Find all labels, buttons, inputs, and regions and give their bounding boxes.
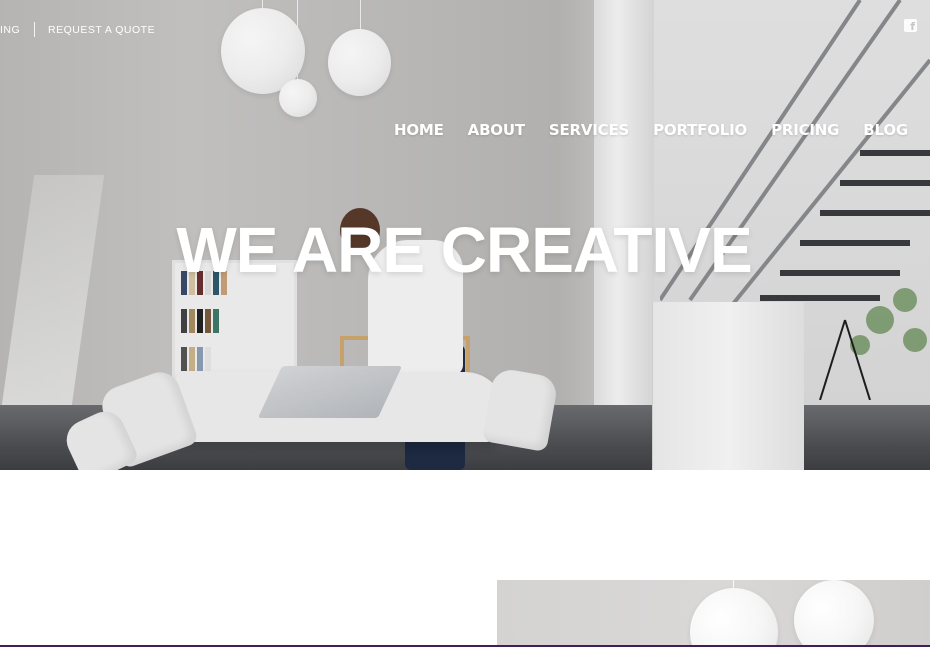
nav-item-portfolio[interactable]: PORTFOLIO [653, 121, 747, 141]
pendant-lamp [794, 580, 874, 647]
nav-item-about[interactable]: ABOUT [468, 121, 525, 141]
request-quote-link[interactable]: REQUEST A QUOTE [48, 24, 155, 36]
hero-headline-text: WE ARE CREATIVE [176, 214, 752, 286]
main-nav: HOME ABOUT SERVICES PORTFOLIO PRICING BL… [394, 121, 908, 141]
nav-item-pricing[interactable]: PRICING [771, 121, 839, 141]
pendant-lamp [690, 588, 778, 647]
nav-item-blog[interactable]: BLOG [863, 121, 908, 141]
topbar-divider [34, 22, 35, 37]
topbar-link-partial[interactable]: ING [0, 24, 20, 36]
about-image [497, 580, 930, 647]
nav-item-home[interactable]: HOME [394, 121, 444, 141]
nav-item-services[interactable]: SERVICES [549, 121, 629, 141]
hero-headline: WE ARE CREATIVE [0, 213, 930, 287]
facebook-icon[interactable]: f [904, 19, 917, 33]
